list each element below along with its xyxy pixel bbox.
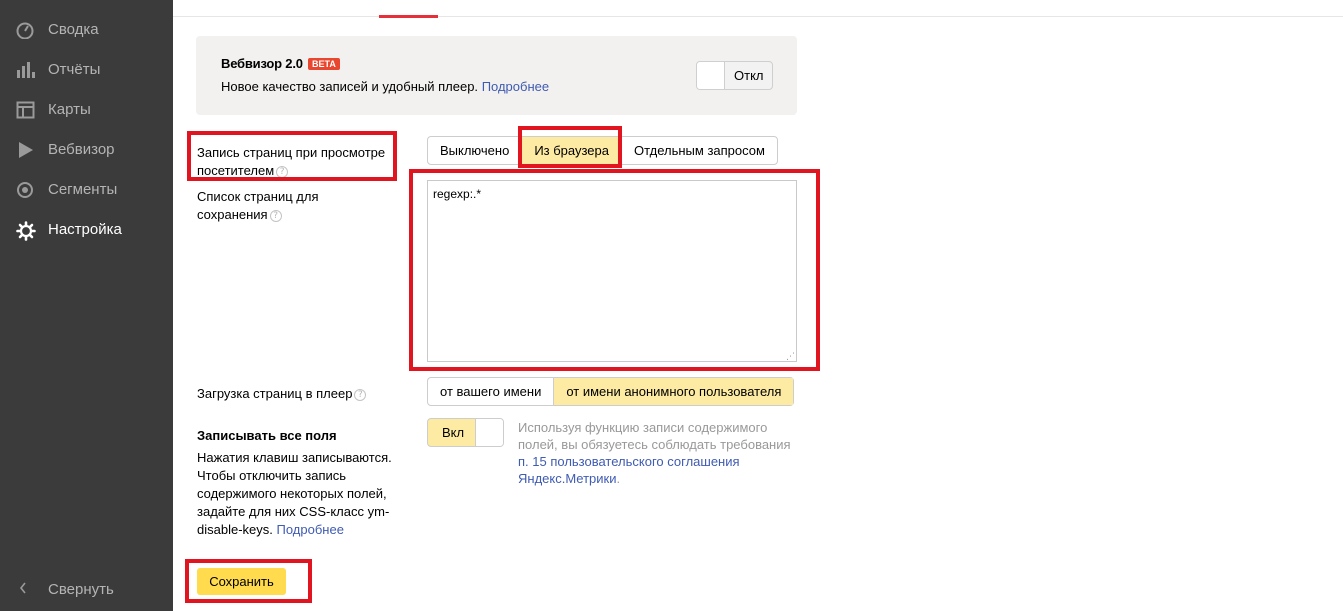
- segments-icon: [16, 181, 36, 199]
- chevron-left-icon: [18, 580, 28, 601]
- map-grid-icon: [16, 101, 36, 119]
- notice-end: .: [616, 471, 621, 486]
- sidebar-item-label: Настройка: [48, 221, 122, 238]
- record-pages-label-text: Запись страниц при просмотре посетителем: [197, 145, 386, 178]
- sidebar-item-summary[interactable]: Сводка: [0, 10, 173, 50]
- sidebar-item-maps[interactable]: Карты: [0, 90, 173, 130]
- sidebar-item-label: Отчёты: [48, 61, 101, 78]
- record-pages-option-browser[interactable]: Из браузера: [522, 137, 622, 164]
- toggle-label: Вкл: [442, 425, 465, 440]
- active-tab-indicator: [379, 15, 438, 18]
- gear-icon: [16, 221, 36, 241]
- player-loading-label: Загрузка страниц в плеер?: [197, 385, 397, 403]
- record-fields-title: Записывать все поля: [197, 428, 337, 443]
- promo-title: Вебвизор 2.0: [221, 56, 303, 71]
- sidebar-item-segments[interactable]: Сегменты: [0, 170, 173, 210]
- webvisor-promo-panel: Вебвизор 2.0 BETA Новое качество записей…: [196, 36, 797, 115]
- help-icon[interactable]: ?: [276, 165, 289, 178]
- record-pages-option-separate[interactable]: Отдельным запросом: [622, 137, 777, 164]
- promo-more-link[interactable]: Подробнее: [482, 79, 549, 94]
- toggle-knob: [475, 419, 503, 446]
- sidebar-item-label: Сегменты: [48, 181, 118, 198]
- gauge-icon: [16, 21, 36, 40]
- record-pages-option-off[interactable]: Выключено: [428, 137, 523, 164]
- help-icon[interactable]: ?: [354, 388, 367, 401]
- record-fields-notice: Используя функцию записи содержимого пол…: [518, 419, 798, 487]
- pages-list-label-text: Список страниц для сохранения: [197, 189, 319, 222]
- sidebar-item-label: Вебвизор: [48, 141, 115, 158]
- pages-list-textarea[interactable]: [427, 180, 797, 362]
- notice-text: Используя функцию записи содержимого пол…: [518, 420, 791, 452]
- record-fields-toggle[interactable]: Вкл: [427, 418, 504, 447]
- sidebar: Сводка Отчёты Карты Вебвизор Сегменты На…: [0, 0, 173, 611]
- player-loading-option-anonymous[interactable]: от имени анонимного пользователя: [554, 378, 794, 405]
- sidebar-collapse-button[interactable]: Свернуть: [0, 570, 173, 610]
- sidebar-item-label: Сводка: [48, 21, 99, 38]
- promo-description: Новое качество записей и удобный плеер.: [221, 79, 479, 94]
- play-icon: [16, 141, 36, 159]
- record-fields-description: Нажатия клавиш записываются. Чтобы отклю…: [197, 449, 397, 539]
- player-loading-option-yours[interactable]: от вашего имени: [428, 378, 555, 405]
- sidebar-item-label: Карты: [48, 101, 91, 118]
- sidebar-item-webvisor[interactable]: Вебвизор: [0, 130, 173, 170]
- help-icon[interactable]: ?: [269, 209, 282, 222]
- webvisor2-toggle[interactable]: Откл: [696, 61, 773, 90]
- sidebar-collapse-label: Свернуть: [48, 581, 114, 598]
- beta-badge: BETA: [308, 58, 340, 70]
- record-pages-label: Запись страниц при просмотре посетителем…: [197, 144, 392, 180]
- tabs-divider: [173, 16, 1343, 17]
- player-loading-label-text: Загрузка страниц в плеер: [197, 386, 353, 401]
- bar-chart-icon: [16, 61, 36, 79]
- toggle-label: Откл: [734, 68, 764, 83]
- sidebar-item-reports[interactable]: Отчёты: [0, 50, 173, 90]
- promo-text: Новое качество записей и удобный плеер. …: [221, 79, 549, 94]
- record-fields-more-link[interactable]: Подробнее: [277, 522, 344, 537]
- player-loading-switch: от вашего имени от имени анонимного поль…: [427, 377, 795, 406]
- record-pages-switch: Выключено Из браузера Отдельным запросом: [427, 136, 778, 165]
- sidebar-item-settings[interactable]: Настройка: [0, 210, 173, 250]
- user-agreement-link[interactable]: п. 15 пользовательского соглашения Яндек…: [518, 454, 740, 486]
- pages-list-label: Список страниц для сохранения?: [197, 188, 347, 224]
- toggle-knob: [697, 62, 725, 89]
- resize-grip-icon[interactable]: ⋰: [786, 351, 795, 362]
- save-button[interactable]: Сохранить: [197, 568, 286, 595]
